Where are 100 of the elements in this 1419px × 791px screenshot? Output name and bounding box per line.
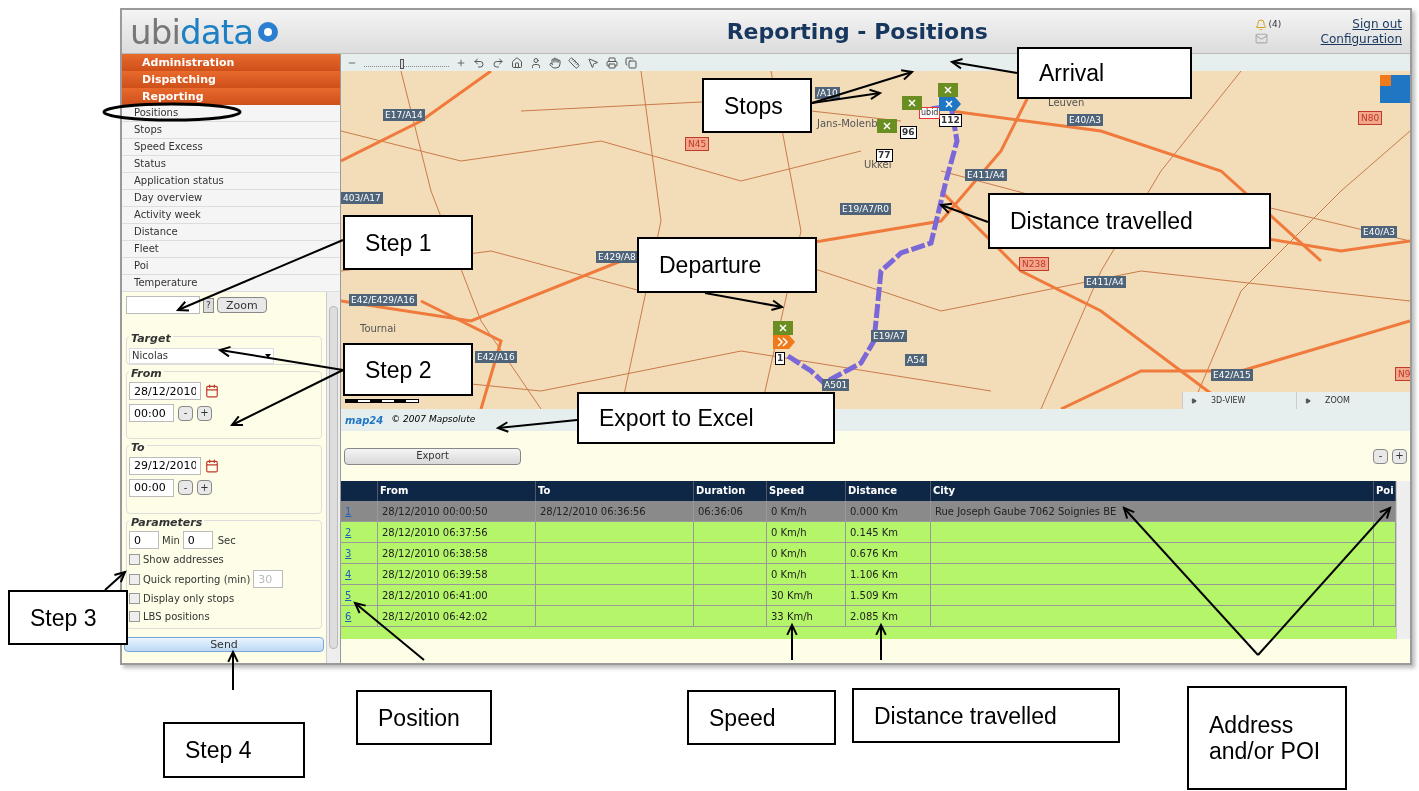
pointer-arrow — [875, 622, 887, 661]
table-row[interactable]: 4 28/12/2010 06:39:58 0 Km/h 1.106 Km — [341, 564, 1396, 585]
logo: ubidata — [130, 14, 340, 49]
table-cell: 28/12/2010 06:42:02 — [378, 606, 536, 626]
position-marker: 112 — [939, 114, 962, 127]
redo-icon[interactable] — [492, 56, 504, 69]
copyright-text: © 2007 Mapsolute — [391, 413, 476, 427]
minutes-field[interactable]: 0 — [129, 531, 159, 549]
submenu-item[interactable]: Activity week — [122, 207, 340, 224]
table-row[interactable]: 2 28/12/2010 06:37:56 0 Km/h 0.145 Km — [341, 522, 1396, 543]
submenu-item[interactable]: Speed Excess — [122, 139, 340, 156]
caret-icon — [265, 353, 271, 358]
target-select[interactable]: Nicolas — [129, 347, 274, 364]
ruler-icon[interactable] — [568, 56, 580, 69]
table-row[interactable]: 3 28/12/2010 06:38:58 0 Km/h 0.676 Km — [341, 543, 1396, 564]
time-field[interactable]: 00:00 — [129, 478, 174, 497]
menu-item[interactable]: Dispatching — [122, 71, 340, 88]
help-button[interactable]: ? — [203, 297, 214, 313]
map-view-button[interactable]: ZOOM — [1296, 392, 1410, 409]
submenu-item[interactable]: Temperature — [122, 275, 340, 292]
road-label: E17/A14 — [383, 109, 425, 121]
callout-box: Departure — [637, 237, 817, 293]
road-label: E42/A16 — [475, 351, 517, 363]
table-row[interactable]: 1 28/12/2010 00:00:50 28/12/2010 06:36:56 06:36:06 0 Km/h 0.000 Km Rue Joseph Gaube 7062 Soignies BE — [341, 501, 1396, 522]
row-link[interactable]: 3 — [345, 548, 352, 559]
submenu-item[interactable]: Status — [122, 156, 340, 173]
table-cell: 2.085 Km — [846, 606, 931, 626]
table-cell: 30 Km/h — [767, 585, 846, 605]
row-link[interactable]: 4 — [345, 569, 352, 580]
callout-box: Step 2 — [343, 343, 473, 396]
place-name: Tournai — [360, 322, 397, 336]
callout-box: Address and/or POI — [1187, 686, 1347, 790]
callout-box: Step 1 — [343, 215, 473, 270]
zoom-in-icon[interactable] — [456, 57, 466, 68]
submenu-item[interactable]: Stops — [122, 122, 340, 139]
row-link[interactable]: 6 — [345, 611, 352, 622]
submenu-item[interactable]: Day overview — [122, 190, 340, 207]
pointer-arrow — [786, 622, 798, 661]
table-row[interactable]: 6 28/12/2010 06:42:02 33 Km/h 2.085 Km — [341, 606, 1396, 627]
home-icon[interactable] — [511, 56, 523, 69]
slider-thumb[interactable] — [400, 58, 405, 69]
step-button[interactable]: + — [197, 480, 212, 495]
table-cell: 28/12/2010 06:38:58 — [378, 543, 536, 563]
row-link[interactable]: 5 — [345, 590, 352, 601]
alert-count: (4) — [1268, 18, 1282, 32]
road-label: E429/A8 — [596, 251, 638, 263]
submenu-item[interactable]: Distance — [122, 224, 340, 241]
table-cell: 06:36:06 — [694, 501, 767, 521]
checkbox[interactable] — [129, 593, 140, 604]
date-field[interactable]: 29/12/2010 — [129, 456, 201, 475]
table-cell: 0.145 Km — [846, 522, 931, 542]
step-button[interactable]: - — [1373, 448, 1388, 464]
map-brand: map24 — [345, 413, 384, 428]
person-icon[interactable] — [530, 56, 542, 69]
window-icon[interactable] — [625, 56, 637, 69]
table-cell: 0 Km/h — [767, 501, 846, 521]
printer-icon[interactable] — [606, 56, 618, 69]
stop-flag-icon — [902, 96, 922, 110]
submenu-item[interactable]: Fleet — [122, 241, 340, 258]
header-link[interactable]: Configuration — [1320, 31, 1402, 47]
undo-icon[interactable] — [473, 56, 485, 69]
time-field[interactable]: 00:00 — [129, 404, 174, 422]
step-button[interactable]: + — [197, 405, 212, 421]
send-button[interactable]: Send — [124, 637, 324, 652]
road-label: E19/A7 — [871, 330, 908, 342]
road-label: E40/A3 — [1361, 226, 1398, 238]
map-view-button[interactable]: 3D-VIEW — [1182, 392, 1296, 409]
road-label: E40/A3 — [1067, 114, 1104, 126]
stop-flag-icon — [938, 83, 958, 97]
submenu-item[interactable]: Application status — [122, 173, 340, 190]
scrollbar[interactable] — [326, 292, 340, 663]
menu-item[interactable]: Administration — [122, 54, 340, 71]
table-cell: 28/12/2010 06:41:00 — [378, 585, 536, 605]
calendar-icon[interactable] — [205, 384, 219, 398]
option-label: Quick reporting (min) — [143, 572, 251, 587]
position-marker: 1 — [775, 352, 786, 365]
calendar-icon[interactable] — [205, 458, 219, 473]
table-cell: 28/12/2010 06:36:56 — [536, 501, 694, 521]
header-link[interactable]: Sign out — [1352, 16, 1402, 32]
step-button[interactable]: - — [178, 480, 193, 495]
step-button[interactable]: + — [1392, 448, 1407, 464]
seconds-field[interactable]: 0 — [182, 531, 213, 549]
table-cell: 0 Km/h — [767, 543, 846, 563]
submenu-item[interactable]: Poi — [122, 258, 340, 275]
road-label: E42/E429/A16 — [349, 294, 417, 306]
date-field[interactable]: 28/12/2010 — [129, 382, 201, 400]
row-link[interactable]: 2 — [345, 527, 352, 538]
export-button[interactable]: Export — [344, 447, 521, 465]
menu-item[interactable]: Reporting — [122, 88, 340, 105]
checkbox[interactable] — [129, 573, 140, 585]
hand-icon[interactable] — [549, 56, 561, 69]
table-row[interactable]: 5 28/12/2010 06:41:00 30 Km/h 1.509 Km — [341, 585, 1396, 606]
zoom-slider[interactable] — [364, 58, 449, 67]
checkbox[interactable] — [129, 611, 140, 622]
checkbox[interactable] — [129, 554, 140, 565]
search-field[interactable] — [126, 296, 200, 314]
zoom-button[interactable]: Zoom — [217, 297, 267, 313]
pointer-icon[interactable] — [587, 56, 599, 69]
step-button[interactable]: - — [178, 405, 193, 421]
table-scrollbar[interactable] — [1396, 481, 1410, 639]
